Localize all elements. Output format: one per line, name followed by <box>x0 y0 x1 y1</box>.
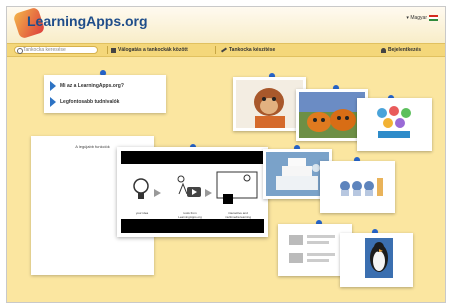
pencil-icon <box>220 47 228 53</box>
monkey-image-icon <box>236 80 303 128</box>
info-item-label: Legfontosabb tudnivalók <box>60 99 120 105</box>
app-card-cupcakes[interactable] <box>320 161 395 213</box>
site-logo[interactable]: LearningApps.org <box>27 13 148 29</box>
cupcakes-image-icon <box>323 164 392 210</box>
matematika-app-icon <box>360 101 429 148</box>
user-icon <box>381 47 386 53</box>
info-card: Mi az a LearningApps.org? Legfontosabb t… <box>44 75 166 113</box>
browse-apps-link[interactable]: Válogatás a tankockák között <box>111 46 188 54</box>
penguin-image-icon <box>343 236 410 284</box>
create-app-link[interactable]: Tankocka készítése <box>220 46 276 54</box>
arrow-icon <box>154 189 161 197</box>
worksheet-image-icon <box>281 227 349 273</box>
intro-video-card[interactable]: your idea tools from LearningApps.org in… <box>117 147 268 237</box>
triangle-arrow-icon <box>50 97 56 107</box>
header: LearningApps.org ▾ Magyar <box>7 7 445 43</box>
play-button[interactable] <box>187 187 201 197</box>
nav-divider <box>107 46 108 54</box>
video-caption: tools from LearningApps.org <box>178 211 202 219</box>
info-item[interactable]: Legfontosabb tudnivalók <box>50 97 119 107</box>
login-label: Bejelentkezés <box>388 47 422 53</box>
video-frame: your idea tools from LearningApps.org in… <box>121 164 264 219</box>
info-item[interactable]: Mi az a LearningApps.org? <box>50 81 124 91</box>
language-label: ▾ Magyar <box>406 15 427 21</box>
triangle-arrow-icon <box>50 81 56 91</box>
browse-apps-label: Válogatás a tankockák között <box>118 47 188 53</box>
info-item-label: Mi az a LearningApps.org? <box>60 83 124 89</box>
app-card-penguin[interactable] <box>340 233 413 287</box>
app-card-matematika[interactable] <box>357 98 432 151</box>
create-app-label: Tankocka készítése <box>229 47 276 53</box>
pumpkin-image-icon <box>299 92 365 138</box>
page-frame: LearningApps.org ▾ Magyar Tankocka keres… <box>6 6 446 303</box>
login-link[interactable]: Bejelentkezés <box>381 46 421 54</box>
nav-divider <box>215 46 216 54</box>
search-placeholder: Tankocka keresése <box>23 47 66 53</box>
language-selector[interactable]: ▾ Magyar <box>406 15 438 21</box>
navbar: Tankocka keresése Válogatás a tankockák … <box>7 43 445 57</box>
grid-icon <box>111 47 116 53</box>
hungarian-flag-icon <box>429 15 438 21</box>
arrow-icon <box>205 189 212 197</box>
video-caption: interactive and multimedia learning <box>224 211 251 219</box>
search-icon <box>17 48 23 54</box>
video-caption: your idea <box>135 211 149 215</box>
search-input[interactable]: Tankocka keresése <box>14 46 98 54</box>
intro-video[interactable]: your idea tools from LearningApps.org in… <box>121 151 264 233</box>
